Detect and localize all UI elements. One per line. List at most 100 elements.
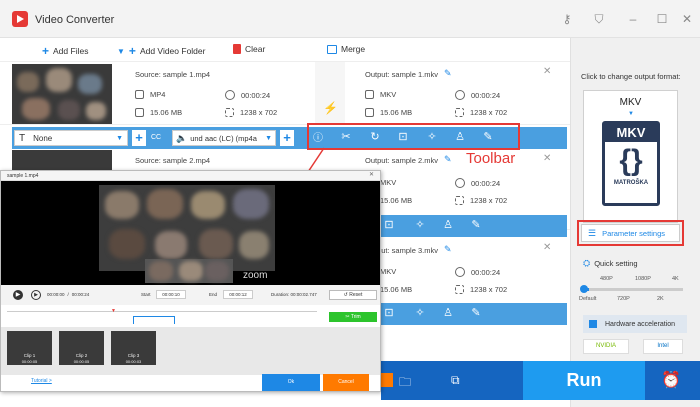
clear-label: Clear [245, 44, 266, 54]
chevron-down-icon: ▼ [265, 134, 272, 142]
cart-icon[interactable]: ⛉ [592, 12, 606, 26]
edit-name-icon[interactable]: ✎ [444, 68, 452, 79]
hardware-acceleration-button[interactable]: Hardware acceleration [583, 315, 687, 333]
watermark-icon[interactable]: ♙ [440, 218, 456, 231]
edit-icon[interactable]: ✎ [468, 218, 484, 231]
merge-button[interactable]: Merge [327, 44, 365, 54]
ok-button[interactable]: Ok [262, 374, 320, 391]
plus-icon: + [128, 44, 136, 58]
clear-button[interactable]: Clear [233, 44, 265, 54]
reset-button[interactable]: ↺ Reset [329, 290, 377, 300]
video-thumbnail[interactable] [12, 150, 112, 170]
cc-icon[interactable]: CC [151, 130, 167, 146]
source-duration: 00:00:24 [225, 90, 270, 100]
output-resolution: 1238 x 702 [455, 196, 507, 205]
cancel-button[interactable]: Cancel [323, 374, 369, 391]
remove-file-icon[interactable]: ✕ [543, 66, 551, 77]
key-icon[interactable]: ⚷ [560, 12, 574, 26]
tutorial-link[interactable]: Tutorial > [31, 378, 52, 384]
quality-label: 720P [617, 296, 630, 302]
trim-dialog: sample 1.mp4 ✕ zoom ▶ ▶ 00:00:00/00:00:2… [0, 170, 381, 392]
resolution-icon [455, 108, 464, 117]
quality-slider[interactable] [583, 288, 683, 291]
dialog-title-bar: sample 1.mp4 ✕ [1, 171, 380, 181]
quality-slider-handle[interactable] [580, 285, 588, 293]
clip-item[interactable]: Clip 2 00:00:05 [59, 331, 104, 365]
clip-item[interactable]: Clip 3 00:00:03 [111, 331, 156, 365]
trash-icon [233, 44, 241, 54]
video-thumbnail[interactable] [12, 64, 112, 124]
remove-file-icon[interactable]: ✕ [543, 242, 551, 253]
add-files-label: Add Files [53, 46, 89, 56]
resolution-icon [455, 196, 464, 205]
quality-label: 4K [672, 276, 679, 282]
intel-badge[interactable]: Intel [643, 339, 683, 354]
output-size: 15.06 MB [365, 108, 412, 117]
output-name: Output: sample 2.mkv [365, 156, 438, 165]
close-button[interactable]: ✕ [680, 12, 694, 26]
clip-item[interactable]: Clip 1 00:00:05 [7, 331, 52, 365]
subtitle-value: None [33, 133, 53, 143]
add-files-button[interactable]: + Add Files [42, 44, 88, 58]
zoom-watermark: zoom [243, 270, 268, 281]
add-subtitle-button[interactable]: + [132, 130, 146, 146]
add-folder-button[interactable]: ▼ + Add Video Folder [117, 44, 205, 58]
run-button[interactable]: Run [523, 361, 645, 400]
effects-icon[interactable]: ✧ [412, 218, 428, 231]
output-format-card[interactable]: MKV ▼ MKV {} MATROŠKA [583, 90, 678, 223]
dialog-title: sample 1.mp4 [7, 173, 39, 179]
crop-icon[interactable]: ⊡ [381, 218, 397, 231]
subtitle-select[interactable]: T None ▼ [14, 130, 128, 146]
dropdown-icon[interactable]: ▼ [117, 47, 125, 56]
quality-label: Default [579, 296, 597, 302]
play-icon[interactable]: ▶ [13, 290, 23, 300]
quality-label: 1080P [635, 276, 651, 282]
minimize-button[interactable]: – [626, 12, 640, 26]
add-audio-button[interactable]: + [280, 130, 294, 146]
clock-icon [455, 178, 465, 188]
audio-track-select[interactable]: 🔈 und aac (LC) (mp4a ▼ [172, 130, 276, 146]
start-time-input[interactable]: 00:00:10 [156, 290, 186, 299]
clip-time: 00:00:05 [21, 359, 38, 364]
mkv-logo-icon: MKV {} MATROŠKA [602, 121, 660, 206]
arrow-separator [315, 62, 345, 125]
folder-icon[interactable]: 🗀 [399, 373, 411, 394]
chip-icon [589, 320, 597, 328]
lightning-icon[interactable]: ⚡ [323, 101, 338, 115]
output-folder-accent [379, 373, 393, 387]
size-value: 15.06 MB [380, 108, 413, 117]
output-duration: 00:00:24 [455, 267, 500, 277]
resolution-value: 1238 x 702 [240, 108, 278, 117]
preview-bottom-strip [145, 259, 233, 283]
clip-time: 00:00:03 [125, 359, 142, 364]
trim-range-selector[interactable] [133, 316, 175, 324]
output-resolution: 1238 x 702 [455, 285, 507, 294]
crop-icon[interactable]: ⊡ [381, 306, 397, 319]
effects-icon[interactable]: ✧ [412, 306, 428, 319]
parameter-settings-button[interactable]: ☰ Parameter settings [581, 224, 680, 242]
size-value: 15.06 MB [380, 285, 413, 294]
end-time-input[interactable]: 00:00:12 [223, 290, 253, 299]
nvidia-badge[interactable]: NVIDIA [583, 339, 629, 354]
dialog-close-icon[interactable]: ✕ [369, 171, 374, 178]
plus-icon: + [42, 44, 50, 58]
maximize-button[interactable]: ☐ [655, 12, 669, 26]
watermark-icon[interactable]: ♙ [440, 306, 456, 319]
edit-name-icon[interactable]: ✎ [444, 244, 452, 255]
output-panel: Click to change output format: MKV ▼ MKV… [570, 38, 700, 407]
app-title: Video Converter [35, 14, 115, 26]
timeline-track[interactable] [7, 311, 317, 312]
output-name: Output: sample 1.mkv [365, 70, 438, 79]
alarm-clock-icon[interactable]: ⏰ [661, 370, 681, 390]
subtitle-icon: T [19, 132, 26, 144]
open-folder-icon[interactable]: ⧉ [451, 373, 460, 388]
sliders-icon: ☰ [588, 227, 597, 238]
clock-icon [455, 90, 465, 100]
resolution-icon [225, 108, 234, 117]
edit-icon[interactable]: ✎ [468, 306, 484, 319]
remove-file-icon[interactable]: ✕ [543, 153, 551, 164]
trim-button[interactable]: ✂ Trim [329, 312, 377, 322]
frame-step-icon[interactable]: ▶ [31, 290, 41, 300]
hardware-acceleration-label: Hardware acceleration [605, 320, 676, 328]
edit-name-icon[interactable]: ✎ [444, 154, 452, 165]
